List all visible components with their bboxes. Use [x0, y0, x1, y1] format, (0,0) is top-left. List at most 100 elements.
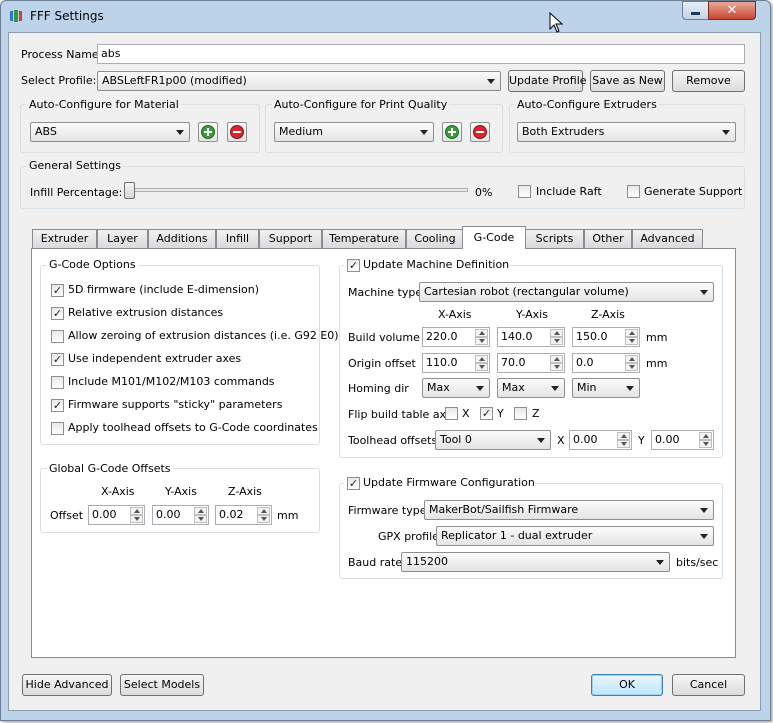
offset-y-header: Y-Axis [165, 485, 197, 498]
spin-up-icon[interactable] [550, 355, 563, 363]
firmware-type-select[interactable]: MakerBot/Sailfish Firmware [424, 500, 714, 520]
spin-up-icon[interactable] [617, 432, 630, 440]
machine-type-select[interactable]: Cartesian robot (rectangular volume) [419, 282, 714, 302]
material-select[interactable]: ABS [30, 122, 190, 142]
remove-quality-button[interactable] [470, 122, 490, 142]
include-raft-checkbox[interactable] [518, 185, 531, 198]
infill-slider-track[interactable] [130, 188, 468, 192]
spin-up-icon[interactable] [475, 355, 488, 363]
remove-material-button[interactable] [227, 122, 247, 142]
profile-select[interactable]: ABSLeftFR1p00 (modified) [97, 71, 501, 91]
homing-y-select[interactable]: Max [497, 378, 565, 398]
spin-up-icon[interactable] [625, 329, 638, 337]
gcode-option-label: Use independent extruder axes [68, 352, 242, 365]
infill-value: 0% [475, 186, 493, 199]
extruders-select[interactable]: Both Extruders [517, 122, 736, 142]
spin-down-icon[interactable] [194, 515, 207, 523]
minus-icon [473, 125, 487, 139]
mouse-cursor-icon [549, 12, 564, 33]
ok-button[interactable]: OK [591, 674, 663, 696]
spin-down-icon[interactable] [625, 337, 638, 345]
gcode-option-checkbox[interactable]: ✓ [51, 353, 64, 366]
toolhead-y-label: Y [638, 434, 645, 447]
spin-down-icon[interactable] [475, 363, 488, 371]
toolhead-select[interactable]: Tool 0 [435, 430, 551, 450]
close-button[interactable]: ✕ [708, 1, 756, 20]
firmware-type-value: MakerBot/Sailfish Firmware [429, 503, 579, 516]
gcode-option-checkbox[interactable] [51, 422, 64, 435]
toolhead-x-spinbox[interactable]: 0.00 [569, 430, 632, 450]
add-material-button[interactable] [198, 122, 218, 142]
tab-cooling[interactable]: Cooling [406, 229, 464, 248]
minimize-button[interactable] [682, 1, 709, 20]
baud-rate-select[interactable]: 115200 [401, 552, 670, 572]
generate-support-checkbox[interactable] [627, 185, 640, 198]
process-name-input[interactable]: abs [97, 44, 745, 64]
build-y-spinbox[interactable]: 140.0 [497, 327, 565, 347]
update-profile-button[interactable]: Update Profile [508, 70, 587, 92]
homing-x-select[interactable]: Max [422, 378, 490, 398]
select-profile-label: Select Profile: [21, 74, 97, 87]
offset-x-spinbox[interactable]: 0.00 [88, 505, 145, 525]
tab-extruder[interactable]: Extruder [32, 229, 97, 248]
tab-layer[interactable]: Layer [97, 229, 148, 248]
tab-support[interactable]: Support [259, 229, 322, 248]
tab-scripts[interactable]: Scripts [525, 229, 584, 248]
gcode-option-checkbox[interactable]: ✓ [51, 284, 64, 297]
tab-advanced[interactable]: Advanced [632, 229, 703, 248]
machine-definition-checkbox[interactable]: ✓ [347, 259, 360, 272]
build-x-spinbox[interactable]: 220.0 [422, 327, 490, 347]
spin-up-icon[interactable] [130, 507, 143, 515]
spin-up-icon[interactable] [699, 432, 712, 440]
tab-infill[interactable]: Infill [216, 229, 259, 248]
title-bar[interactable]: FFF Settings [0, 0, 769, 32]
origin-y-spinbox[interactable]: 70.0 [497, 353, 565, 373]
machine-z-header: Z-Axis [591, 308, 625, 321]
spin-down-icon[interactable] [550, 363, 563, 371]
offset-y-spinbox[interactable]: 0.00 [152, 505, 209, 525]
spin-down-icon[interactable] [617, 440, 630, 448]
tab-other[interactable]: Other [584, 229, 632, 248]
spin-down-icon[interactable] [257, 515, 270, 523]
hide-advanced-button[interactable]: Hide Advanced [22, 674, 112, 696]
tab-g-code[interactable]: G-Code [462, 226, 526, 249]
gcode-option-checkbox[interactable] [51, 330, 64, 343]
remove-profile-button[interactable]: Remove [672, 70, 745, 92]
select-models-button[interactable]: Select Models [120, 674, 204, 696]
spin-down-icon[interactable] [699, 440, 712, 448]
build-volume-unit: mm [646, 331, 668, 344]
spin-up-icon[interactable] [257, 507, 270, 515]
spin-down-icon[interactable] [550, 337, 563, 345]
spin-up-icon[interactable] [550, 329, 563, 337]
spin-up-icon[interactable] [194, 507, 207, 515]
flip-x-checkbox[interactable] [445, 407, 458, 420]
gcode-option-checkbox[interactable]: ✓ [51, 399, 64, 412]
tab-additions[interactable]: Additions [148, 229, 216, 248]
build-z-spinbox[interactable]: 150.0 [572, 327, 640, 347]
spin-down-icon[interactable] [130, 515, 143, 523]
build-y-value: 140.0 [501, 330, 533, 343]
flip-z-checkbox[interactable] [514, 407, 527, 420]
quality-select[interactable]: Medium [274, 122, 434, 142]
spin-up-icon[interactable] [475, 329, 488, 337]
homing-z-select[interactable]: Min [572, 378, 640, 398]
gcode-option-checkbox[interactable]: ✓ [51, 307, 64, 320]
add-quality-button[interactable] [442, 122, 462, 142]
cancel-button[interactable]: Cancel [672, 674, 745, 696]
spin-down-icon[interactable] [625, 363, 638, 371]
origin-x-spinbox[interactable]: 110.0 [422, 353, 490, 373]
gpx-profile-select[interactable]: Replicator 1 - dual extruder [436, 526, 714, 546]
offset-z-spinbox[interactable]: 0.02 [215, 505, 272, 525]
save-as-new-button[interactable]: Save as New [590, 70, 665, 92]
offset-z-header: Z-Axis [228, 485, 262, 498]
tab-temperature[interactable]: Temperature [322, 229, 406, 248]
toolhead-y-spinbox[interactable]: 0.00 [651, 430, 714, 450]
firmware-config-checkbox[interactable]: ✓ [347, 477, 360, 490]
flip-y-checkbox[interactable]: ✓ [480, 407, 493, 420]
spin-down-icon[interactable] [475, 337, 488, 345]
gcode-option-checkbox[interactable] [51, 376, 64, 389]
spin-up-icon[interactable] [625, 355, 638, 363]
origin-z-spinbox[interactable]: 0.0 [572, 353, 640, 373]
infill-slider-handle[interactable] [124, 182, 135, 199]
build-x-value: 220.0 [426, 330, 458, 343]
